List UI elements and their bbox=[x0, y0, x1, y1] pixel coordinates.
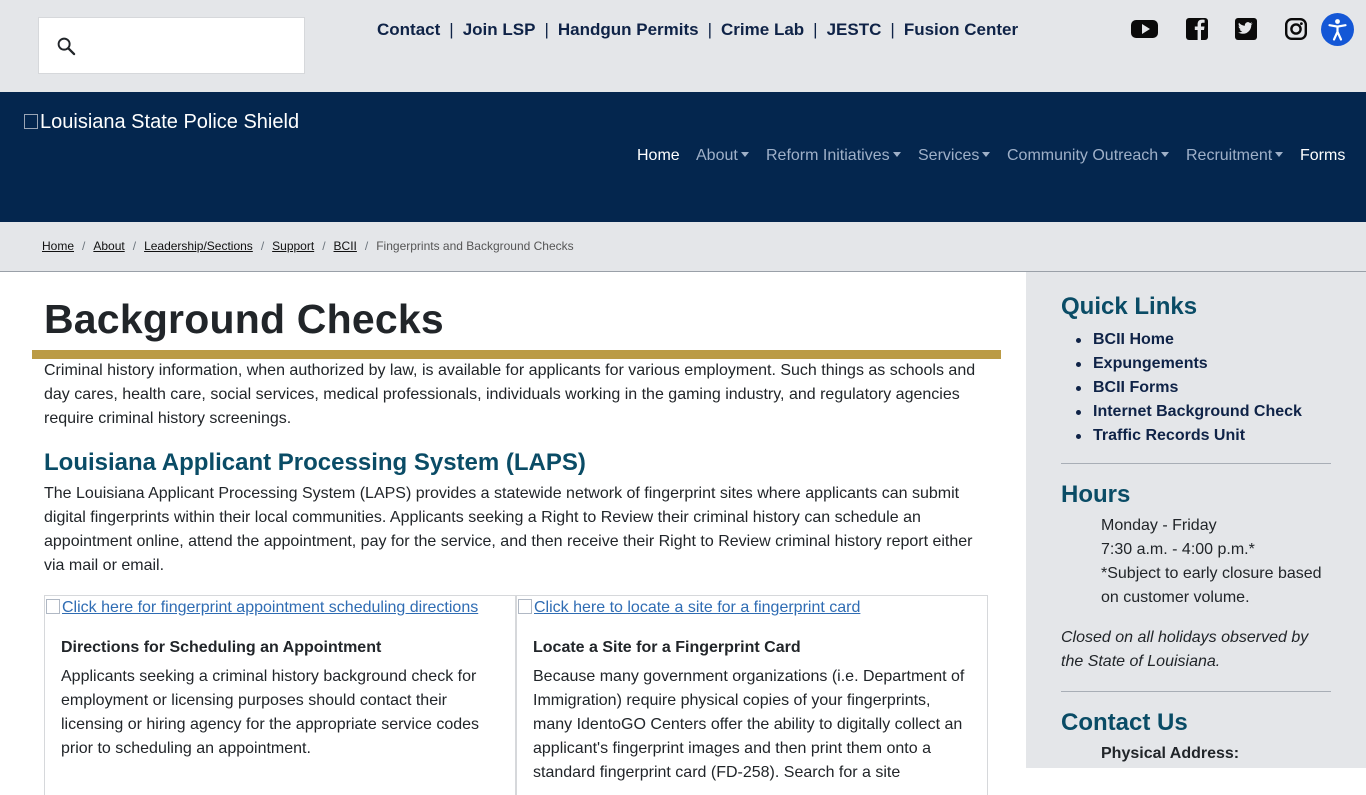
title-divider bbox=[32, 350, 1001, 359]
breadcrumb-current: Fingerprints and Background Checks bbox=[376, 239, 574, 253]
holiday-closure-note: Closed on all holidays observed by the S… bbox=[1061, 629, 1309, 670]
contact-link[interactable]: Contact bbox=[377, 20, 440, 39]
breadcrumb-support[interactable]: Support bbox=[272, 239, 314, 253]
accessibility-icon[interactable] bbox=[1321, 13, 1354, 46]
scheduling-card: Click here for fingerprint appointment s… bbox=[44, 595, 516, 795]
page-title: Background Checks bbox=[44, 296, 444, 342]
caret-down-icon bbox=[740, 152, 749, 157]
breadcrumb-home[interactable]: Home bbox=[42, 239, 74, 253]
site-logo[interactable]: Louisiana State Police Shield bbox=[24, 111, 299, 134]
contact-heading: Contact Us bbox=[1061, 709, 1188, 736]
breadcrumb-bcii[interactable]: BCII bbox=[334, 239, 357, 253]
nav-forms[interactable]: Forms bbox=[1300, 147, 1345, 165]
physical-address-label: Physical Address: bbox=[1101, 745, 1240, 762]
card-title: Locate a Site for a Fingerprint Card bbox=[533, 639, 801, 656]
twitter-icon[interactable] bbox=[1235, 14, 1257, 42]
crime-lab-link[interactable]: Crime Lab bbox=[721, 20, 804, 39]
scheduling-directions-image-link[interactable]: Click here for fingerprint appointment s… bbox=[46, 599, 478, 617]
quick-link-expungements[interactable]: Expungements bbox=[1093, 355, 1208, 372]
sidebar-divider bbox=[1061, 463, 1331, 464]
caret-down-icon bbox=[1161, 152, 1170, 157]
search-input[interactable] bbox=[38, 17, 305, 74]
fusion-center-link[interactable]: Fusion Center bbox=[904, 20, 1018, 39]
quick-link-item: Traffic Records Unit bbox=[1076, 424, 1302, 448]
breadcrumb-bar: Home / About / Leadership/Sections / Support / B… bbox=[0, 222, 1366, 272]
locate-site-image-link[interactable]: Click here to locate a site for a finger… bbox=[518, 599, 860, 617]
sidebar: Quick Links BCII Home Expungements BCII … bbox=[1026, 272, 1366, 768]
hours-heading: Hours bbox=[1061, 481, 1131, 508]
card-text: Because many government organizations (i… bbox=[533, 668, 965, 781]
nav-recruitment[interactable]: Recruitment bbox=[1186, 147, 1284, 165]
join-lsp-link[interactable]: Join LSP bbox=[463, 20, 536, 39]
breadcrumb: Home / About / Leadership/Sections / Support / B… bbox=[42, 239, 574, 253]
broken-image-icon bbox=[46, 599, 60, 614]
nav-services[interactable]: Services bbox=[918, 147, 991, 165]
locate-site-card: Click here to locate a site for a finger… bbox=[516, 595, 988, 795]
quick-link-bcii-home[interactable]: BCII Home bbox=[1093, 331, 1174, 348]
nav-home[interactable]: Home bbox=[637, 147, 680, 165]
caret-down-icon bbox=[1275, 152, 1284, 157]
sidebar-divider bbox=[1061, 691, 1331, 692]
quick-links-list: BCII Home Expungements BCII Forms Intern… bbox=[1076, 328, 1302, 448]
laps-heading: Louisiana Applicant Processing System (L… bbox=[44, 449, 586, 476]
quick-links-heading: Quick Links bbox=[1061, 293, 1198, 320]
quick-link-item: BCII Home bbox=[1076, 328, 1302, 352]
quick-link-item: BCII Forms bbox=[1076, 376, 1302, 400]
laps-paragraph: The Louisiana Applicant Processing Syste… bbox=[44, 485, 973, 574]
card-text: Applicants seeking a criminal history ba… bbox=[61, 668, 480, 757]
breadcrumb-leadership-sections[interactable]: Leadership/Sections bbox=[144, 239, 253, 253]
caret-down-icon bbox=[892, 152, 901, 157]
quick-link-bcii-forms[interactable]: BCII Forms bbox=[1093, 379, 1178, 396]
broken-image-icon bbox=[518, 599, 532, 614]
nav-reform-initiatives[interactable]: Reform Initiatives bbox=[766, 147, 901, 165]
quick-link-traffic-records-unit[interactable]: Traffic Records Unit bbox=[1093, 427, 1245, 444]
utility-bar: Contact | Join LSP | Handgun Permits | Crime L… bbox=[0, 0, 1366, 92]
handgun-permits-link[interactable]: Handgun Permits bbox=[558, 20, 699, 39]
search-icon[interactable] bbox=[57, 37, 76, 56]
hours-text: Monday - Friday 7:30 a.m. - 4:00 p.m.* *… bbox=[1101, 517, 1322, 606]
breadcrumb-about[interactable]: About bbox=[93, 239, 124, 253]
broken-image-icon bbox=[24, 114, 38, 129]
quick-link-item: Internet Background Check bbox=[1076, 400, 1302, 424]
youtube-icon[interactable] bbox=[1131, 14, 1158, 42]
site-header: Louisiana State Police Shield Home About… bbox=[0, 92, 1366, 222]
utility-links: Contact | Join LSP | Handgun Permits | Crime L… bbox=[377, 20, 1019, 39]
jestc-link[interactable]: JESTC bbox=[827, 20, 882, 39]
card-title: Directions for Scheduling an Appointment bbox=[61, 639, 382, 656]
intro-paragraph: Criminal history information, when autho… bbox=[44, 362, 976, 427]
main-content: Background Checks Criminal history infor… bbox=[0, 272, 1026, 795]
nav-community-outreach[interactable]: Community Outreach bbox=[1007, 147, 1170, 165]
facebook-icon[interactable] bbox=[1186, 14, 1208, 42]
instagram-icon[interactable] bbox=[1285, 14, 1307, 42]
nav-about[interactable]: About bbox=[696, 147, 749, 165]
quick-link-item: Expungements bbox=[1076, 352, 1302, 376]
quick-link-internet-background-check[interactable]: Internet Background Check bbox=[1093, 403, 1302, 420]
caret-down-icon bbox=[982, 152, 991, 157]
